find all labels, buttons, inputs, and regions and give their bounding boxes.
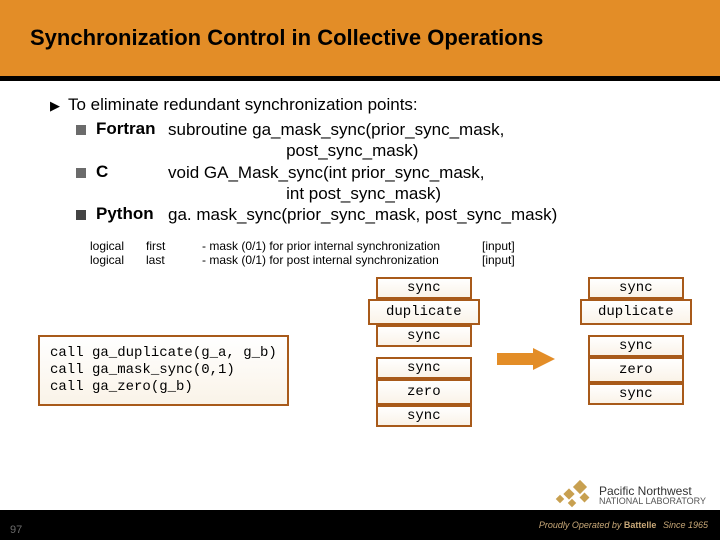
square-icon [76, 168, 86, 178]
logo-icon [555, 476, 593, 506]
lang-name: Fortran [96, 119, 168, 139]
param-row: logical last - mask (0/1) for post inter… [90, 253, 680, 267]
lang-c: C void GA_Mask_sync(int prior_sync_mask,… [76, 162, 680, 205]
lang-sig: ga. mask_sync(prior_sync_mask, post_sync… [168, 204, 557, 225]
lang-python: Python ga. mask_sync(prior_sync_mask, po… [76, 204, 680, 225]
code-line: call ga_zero(g_b) [50, 379, 277, 396]
node-duplicate: duplicate [368, 299, 480, 325]
stack-before: sync duplicate sync sync zero sync [368, 277, 480, 427]
title-bar: Synchronization Control in Collective Op… [0, 0, 720, 76]
node-sync: sync [588, 335, 684, 357]
logo-text: Pacific Northwest NATIONAL LABORATORY [599, 485, 706, 506]
param-desc: - mask (0/1) for post internal synchroni… [202, 253, 482, 267]
square-icon [76, 125, 86, 135]
bullet-main: ▶ To eliminate redundant synchronization… [50, 95, 680, 115]
lang-name: C [96, 162, 168, 182]
code-line: call ga_mask_sync(0,1) [50, 362, 277, 379]
param-type: logical [90, 239, 146, 253]
lang-sig: subroutine ga_mask_sync(prior_sync_mask,… [168, 119, 504, 162]
footer: Proudly Operated by Battelle Since 1965 [0, 510, 720, 540]
node-duplicate: duplicate [580, 299, 692, 325]
arrow-icon [497, 349, 555, 369]
code-box: call ga_duplicate(g_a, g_b) call ga_mask… [38, 335, 289, 405]
param-name: last [146, 253, 202, 267]
node-sync: sync [376, 325, 472, 347]
node-sync: sync [376, 277, 472, 299]
param-io: [input] [482, 239, 542, 253]
lang-sig: void GA_Mask_sync(int prior_sync_mask, i… [168, 162, 485, 205]
node-sync: sync [376, 405, 472, 427]
triangle-icon: ▶ [50, 98, 60, 114]
param-type: logical [90, 253, 146, 267]
pnnl-logo: Pacific Northwest NATIONAL LABORATORY [555, 476, 706, 506]
node-sync: sync [588, 277, 684, 299]
square-icon [76, 210, 86, 220]
param-io: [input] [482, 253, 542, 267]
param-row: logical first - mask (0/1) for prior int… [90, 239, 680, 253]
param-desc: - mask (0/1) for prior internal synchron… [202, 239, 482, 253]
node-zero: zero [588, 357, 684, 383]
node-sync: sync [376, 357, 472, 379]
language-list: Fortran subroutine ga_mask_sync(prior_sy… [76, 119, 680, 225]
slide-title: Synchronization Control in Collective Op… [30, 25, 543, 51]
bullet-main-text: To eliminate redundant synchronization p… [68, 95, 418, 115]
node-sync: sync [588, 383, 684, 405]
code-line: call ga_duplicate(g_a, g_b) [50, 345, 277, 362]
slide-number: 97 [10, 524, 22, 536]
lang-fortran: Fortran subroutine ga_mask_sync(prior_sy… [76, 119, 680, 162]
node-zero: zero [376, 379, 472, 405]
param-name: first [146, 239, 202, 253]
footer-text: Proudly Operated by Battelle Since 1965 [539, 520, 708, 530]
stack-after: sync duplicate sync zero sync [580, 277, 692, 405]
param-table: logical first - mask (0/1) for prior int… [90, 239, 680, 267]
diagram-area: call ga_duplicate(g_a, g_b) call ga_mask… [50, 285, 680, 505]
content: ▶ To eliminate redundant synchronization… [0, 81, 720, 505]
lang-name: Python [96, 204, 168, 224]
